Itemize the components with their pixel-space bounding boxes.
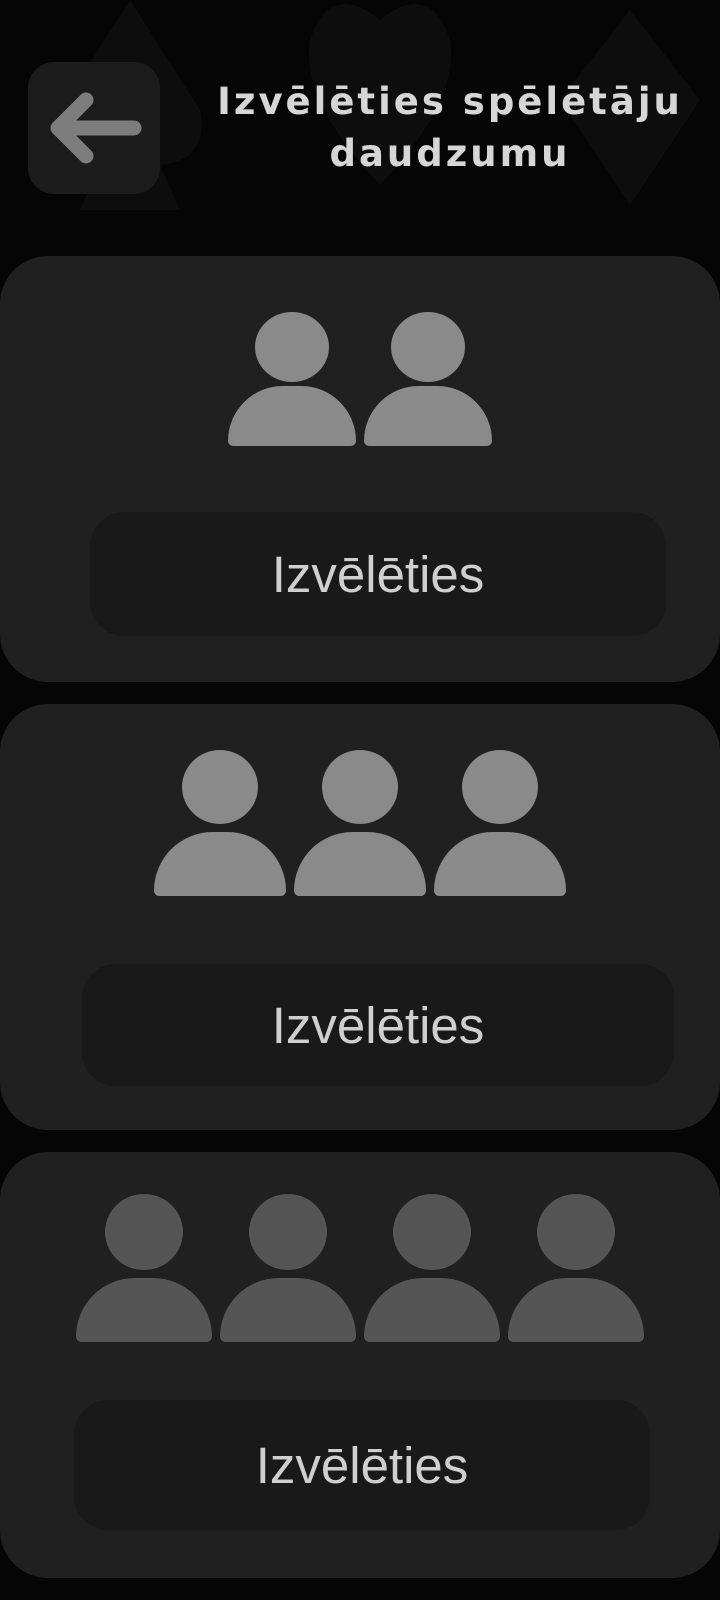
players-icon-group [0, 750, 720, 896]
page-title: Izvēlēties spēlētāju daudzumu [190, 76, 710, 180]
person-icon [364, 1194, 500, 1342]
player-count-screen: Izvēlēties spēlētāju daudzumu Izvēlēties [0, 0, 720, 1600]
page-title-line-1: Izvēlēties spēlētāju [217, 80, 683, 123]
person-icon [220, 1194, 356, 1342]
option-card-4-players: Izvēlēties [0, 1152, 720, 1578]
players-icon-group [0, 1194, 720, 1342]
person-icon [294, 750, 426, 896]
option-card-2-players: Izvēlēties [0, 256, 720, 682]
person-icon [434, 750, 566, 896]
page-title-line-2: daudzumu [329, 132, 571, 175]
person-icon [364, 312, 492, 446]
arrow-left-icon [50, 92, 142, 164]
person-icon [228, 312, 356, 446]
select-3-players-button[interactable]: Izvēlēties [82, 964, 674, 1086]
players-icon-group [0, 312, 720, 446]
option-card-3-players: Izvēlēties [0, 704, 720, 1130]
person-icon [508, 1194, 644, 1342]
person-icon [154, 750, 286, 896]
select-4-players-button[interactable]: Izvēlēties [74, 1400, 650, 1530]
back-button[interactable] [28, 62, 160, 194]
person-icon [76, 1194, 212, 1342]
select-2-players-button[interactable]: Izvēlēties [90, 512, 666, 636]
